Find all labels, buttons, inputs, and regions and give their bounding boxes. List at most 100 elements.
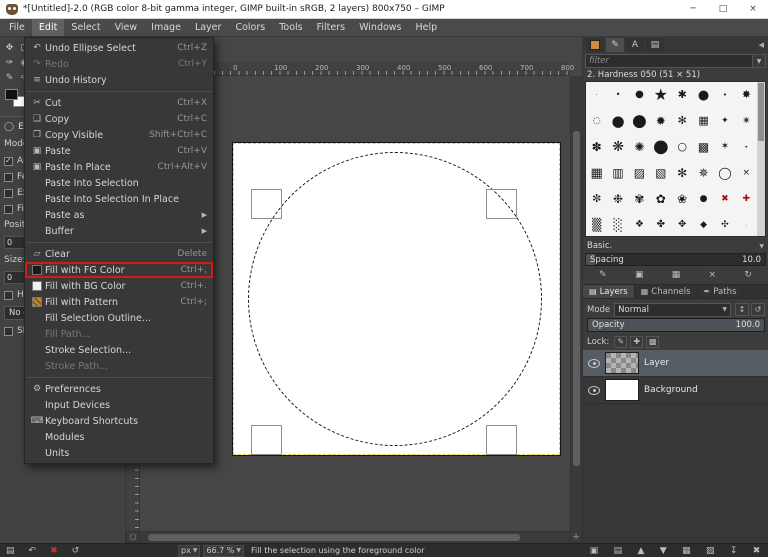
brush-item[interactable]: ░ bbox=[613, 219, 622, 232]
raise-layer-button[interactable]: ▲ bbox=[637, 546, 644, 556]
checkbox[interactable] bbox=[4, 156, 13, 166]
brush-item[interactable]: ▦ bbox=[591, 167, 603, 180]
tool-move[interactable]: ✥ bbox=[2, 40, 17, 55]
new-layer-group-button[interactable]: ▤ bbox=[614, 546, 623, 556]
edit-brush-button[interactable]: ✎ bbox=[599, 270, 607, 280]
brush-item[interactable]: • bbox=[616, 90, 621, 100]
brush-filter-input[interactable]: filter bbox=[585, 54, 753, 68]
menu-tools[interactable]: Tools bbox=[272, 19, 309, 36]
brush-item[interactable]: ✥ bbox=[678, 220, 686, 230]
mode-switch-button[interactable]: ↕ bbox=[735, 303, 749, 316]
brush-item[interactable]: ✽ bbox=[592, 141, 602, 154]
menu-item-fill-path[interactable]: Fill Path... bbox=[25, 326, 213, 342]
brush-item[interactable]: ❉ bbox=[613, 193, 623, 206]
visibility-eye-icon[interactable] bbox=[588, 358, 600, 368]
menu-item-buffer[interactable]: Buffer ▶ bbox=[25, 223, 213, 239]
menu-item-units[interactable]: Units bbox=[25, 445, 213, 461]
menu-item-paste-into-selection-in-place[interactable]: Paste Into Selection In Place bbox=[25, 191, 213, 207]
checkbox[interactable] bbox=[4, 326, 13, 336]
brush-item[interactable]: • bbox=[745, 142, 749, 152]
layer-row-layer[interactable]: Layer bbox=[583, 350, 768, 377]
menu-item-copy-visible[interactable]: ❐ Copy Visible Shift+Ctrl+C bbox=[25, 127, 213, 143]
zoom-dropdown[interactable]: 66.7 % ▼ bbox=[203, 544, 245, 557]
brush-item[interactable]: ● bbox=[653, 138, 669, 156]
brush-item[interactable]: ● bbox=[635, 90, 644, 100]
fg-color-swatch[interactable] bbox=[5, 89, 18, 100]
menu-item-fill-with-pattern[interactable]: Fill with Pattern Ctrl+; bbox=[25, 294, 213, 310]
checkbox[interactable] bbox=[4, 188, 13, 198]
menu-item-fill-with-fg-color[interactable]: Fill with FG Color Ctrl+, bbox=[25, 262, 213, 278]
menu-image[interactable]: Image bbox=[144, 19, 188, 36]
menu-item-stroke-selection[interactable]: Stroke Selection... bbox=[25, 342, 213, 358]
brush-item[interactable]: ✾ bbox=[634, 193, 644, 206]
brush-item[interactable]: ▧ bbox=[655, 167, 666, 180]
lock-position-button[interactable]: ✚ bbox=[630, 335, 644, 348]
menu-colors[interactable]: Colors bbox=[228, 19, 272, 36]
menu-windows[interactable]: Windows bbox=[352, 19, 408, 36]
brush-item[interactable]: ✺ bbox=[634, 141, 644, 154]
quick-mask-toggle[interactable]: ▢ bbox=[126, 531, 140, 543]
menu-item-keyboard-shortcuts[interactable]: ⌨ Keyboard Shortcuts bbox=[25, 413, 213, 429]
new-brush-button[interactable]: ▣ bbox=[635, 270, 644, 280]
menu-help[interactable]: Help bbox=[409, 19, 445, 36]
dock-menu-arrow-icon[interactable]: ◀ bbox=[759, 41, 765, 49]
vertical-scrollbar[interactable] bbox=[570, 76, 582, 531]
lower-layer-button[interactable]: ▼ bbox=[660, 546, 667, 556]
brush-item[interactable]: ✶ bbox=[721, 142, 729, 152]
brushes-tab[interactable]: ✎ bbox=[606, 38, 624, 52]
brush-item[interactable]: ● bbox=[700, 194, 708, 204]
new-layer-button[interactable]: ▣ bbox=[590, 546, 599, 556]
add-mask-button[interactable]: ▧ bbox=[706, 546, 715, 556]
menu-item-paste-in-place[interactable]: ▣ Paste In Place Ctrl+Alt+V bbox=[25, 159, 213, 175]
duplicate-brush-button[interactable]: ▦ bbox=[672, 270, 681, 280]
checkbox[interactable] bbox=[4, 172, 13, 182]
brush-item[interactable]: ▒ bbox=[592, 219, 601, 232]
brush-item[interactable]: ● bbox=[612, 113, 625, 129]
brush-item[interactable]: ✚ bbox=[743, 194, 751, 204]
refresh-brushes-button[interactable]: ↻ bbox=[744, 270, 752, 280]
minimize-button[interactable]: ─ bbox=[678, 0, 708, 18]
opacity-slider[interactable]: Opacity 100.0 bbox=[587, 318, 765, 332]
maximize-button[interactable]: □ bbox=[708, 0, 738, 18]
menu-item-paste-into-selection[interactable]: Paste Into Selection bbox=[25, 175, 213, 191]
menu-layer[interactable]: Layer bbox=[188, 19, 229, 36]
brush-item[interactable]: ❖ bbox=[635, 220, 644, 230]
duplicate-layer-button[interactable]: ▦ bbox=[682, 546, 691, 556]
lock-alpha-button[interactable]: ▩ bbox=[646, 335, 660, 348]
menu-item-modules[interactable]: Modules bbox=[25, 429, 213, 445]
brush-grid-scrollbar-thumb[interactable] bbox=[758, 83, 764, 141]
brush-item[interactable]: • bbox=[723, 90, 727, 100]
checkbox[interactable] bbox=[4, 204, 13, 214]
menu-item-undo-history[interactable]: ≡ Undo History bbox=[25, 72, 213, 88]
delete-layer-button[interactable]: ✖ bbox=[753, 546, 761, 556]
brush-item[interactable]: ✼ bbox=[592, 193, 601, 205]
brush-item[interactable]: ◌ bbox=[593, 116, 601, 126]
brush-item[interactable]: ✤ bbox=[657, 220, 665, 230]
brush-group-row[interactable]: Basic. ▼ bbox=[587, 240, 764, 252]
brush-item[interactable]: ❋ bbox=[612, 140, 624, 154]
menu-item-input-devices[interactable]: Input Devices bbox=[25, 397, 213, 413]
menu-item-cut[interactable]: ✂ Cut Ctrl+X bbox=[25, 95, 213, 111]
menu-view[interactable]: View bbox=[108, 19, 145, 36]
delete-brush-button[interactable]: × bbox=[709, 270, 717, 280]
menu-item-clear[interactable]: ▱ Clear Delete bbox=[25, 246, 213, 262]
brush-item[interactable]: ● bbox=[632, 112, 647, 130]
layer-thumbnail[interactable] bbox=[605, 352, 639, 374]
brush-item[interactable]: ◆ bbox=[700, 220, 707, 230]
menu-item-preferences[interactable]: ⚙ Preferences bbox=[25, 381, 213, 397]
brush-item[interactable]: ✸ bbox=[742, 89, 751, 101]
brush-item[interactable]: ❀ bbox=[677, 193, 687, 206]
restore-tool-preset-button[interactable]: ↶ bbox=[29, 546, 37, 556]
lock-pixels-button[interactable]: ✎ bbox=[614, 335, 628, 348]
menu-item-stroke-path[interactable]: Stroke Path... bbox=[25, 358, 213, 374]
visibility-eye-icon[interactable] bbox=[588, 385, 600, 395]
menu-file[interactable]: File bbox=[2, 19, 32, 36]
brush-item[interactable]: ✣ bbox=[721, 220, 729, 230]
tab-paths[interactable]: ✒ Paths bbox=[698, 285, 744, 298]
menu-item-paste[interactable]: ▣ Paste Ctrl+V bbox=[25, 143, 213, 159]
filter-dropdown-caret-icon[interactable]: ▼ bbox=[753, 54, 766, 68]
brush-item[interactable]: ★ bbox=[654, 87, 668, 103]
menu-filters[interactable]: Filters bbox=[310, 19, 352, 36]
brush-item[interactable]: ○ bbox=[677, 141, 687, 153]
brush-item[interactable]: × bbox=[743, 168, 751, 178]
